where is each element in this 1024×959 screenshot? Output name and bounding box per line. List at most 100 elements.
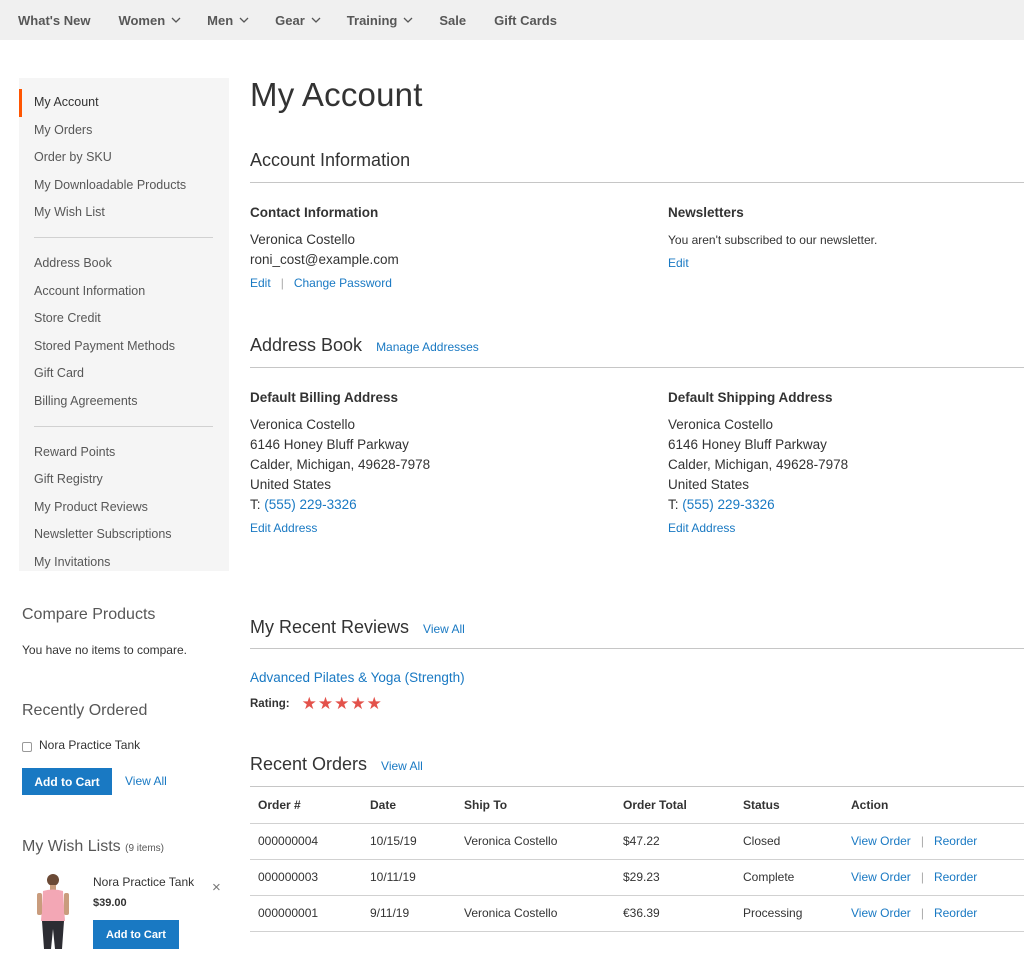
recently-ordered-view-all-link[interactable]: View All [125, 774, 167, 788]
order-total: €36.39 [615, 895, 735, 932]
table-row: 000000004 10/15/19 Veronica Costello $47… [250, 823, 1024, 860]
recently-ordered-add-to-cart-button[interactable]: Add to Cart [22, 768, 112, 795]
sidebar-item-account-information[interactable]: Account Information [19, 278, 229, 306]
nav-item-gift-cards[interactable]: Gift Cards [494, 13, 557, 28]
account-information-title: Account Information [250, 150, 411, 170]
table-row: 000000001 9/11/19 Veronica Costello €36.… [250, 895, 1024, 932]
contact-edit-link[interactable]: Edit [250, 276, 271, 290]
order-actions: View Order | Reorder [843, 895, 1024, 932]
order-actions: View Order | Reorder [843, 823, 1024, 860]
order-actions: View Order | Reorder [843, 859, 1024, 896]
sidebar-item-order-by-sku[interactable]: Order by SKU [19, 144, 229, 172]
view-order-link[interactable]: View Order [851, 906, 911, 920]
contact-name: Veronica Costello [250, 232, 356, 247]
orders-view-all-link[interactable]: View All [381, 759, 423, 773]
page-title: My Account [250, 76, 423, 113]
shipping-edit-address-link[interactable]: Edit Address [668, 521, 735, 535]
wish-item-thumbnail[interactable] [28, 871, 78, 951]
billing-phone-link[interactable]: (555) 229-3326 [264, 497, 356, 512]
shipping-phone-link[interactable]: (555) 229-3326 [682, 497, 774, 512]
contact-actions: Edit | Change Password [250, 276, 392, 290]
nav-item-training[interactable]: Training [347, 13, 413, 28]
nav-label: Women [118, 12, 166, 28]
sidebar-item-newsletter-subscriptions[interactable]: Newsletter Subscriptions [19, 521, 229, 549]
manage-addresses-link[interactable]: Manage Addresses [376, 340, 479, 354]
sidebar-item-address-book[interactable]: Address Book [19, 250, 229, 278]
order-number: 000000003 [250, 859, 362, 896]
section-divider [250, 182, 1024, 183]
sidebar-item-billing-agreements[interactable]: Billing Agreements [19, 388, 229, 416]
shipping-name: Veronica Costello [668, 417, 774, 432]
billing-city: Calder, Michigan, 49628-7978 [250, 457, 431, 472]
view-order-link[interactable]: View Order [851, 834, 911, 848]
wish-item-name[interactable]: Nora Practice Tank [93, 875, 194, 889]
chevron-down-icon [171, 16, 181, 24]
address-book-title: Address Book [250, 335, 363, 355]
chevron-down-icon [239, 16, 249, 24]
account-sidebar: My Account My Orders Order by SKU My Dow… [19, 78, 229, 571]
sidebar-item-gift-registry[interactable]: Gift Registry [19, 466, 229, 494]
billing-name: Veronica Costello [250, 417, 356, 432]
nav-label: Sale [439, 12, 467, 28]
recent-reviews-title: My Recent Reviews [250, 617, 410, 637]
column-header: Order Total [615, 787, 735, 824]
order-status: Complete [735, 859, 843, 896]
order-status: Closed [735, 823, 843, 860]
address-book-header: Address Book Manage Addresses [250, 335, 479, 356]
order-ship-to [456, 859, 615, 896]
sidebar-item-my-account[interactable]: My Account [19, 89, 229, 117]
shipping-country: United States [668, 477, 750, 492]
separator: | [920, 906, 924, 920]
contact-email: roni_cost@example.com [250, 252, 399, 267]
wish-item-add-to-cart-button[interactable]: Add to Cart [93, 920, 179, 949]
sidebar-item-invitations[interactable]: My Invitations [19, 549, 229, 577]
sidebar-item-wish-list[interactable]: My Wish List [19, 199, 229, 227]
sidebar-item-product-reviews[interactable]: My Product Reviews [19, 494, 229, 522]
sidebar-item-reward-points[interactable]: Reward Points [19, 439, 229, 467]
billing-country: United States [250, 477, 332, 492]
column-header: Date [362, 787, 456, 824]
recent-orders-title: Recent Orders [250, 754, 368, 774]
column-header: Status [735, 787, 843, 824]
newsletters-title: Newsletters [668, 205, 744, 220]
shipping-phone-line: T: (555) 229-3326 [668, 495, 848, 515]
sidebar-divider [34, 425, 213, 427]
nav-item-gear[interactable]: Gear [275, 13, 321, 28]
sidebar-item-stored-payment-methods[interactable]: Stored Payment Methods [19, 333, 229, 361]
contact-information-title: Contact Information [250, 205, 379, 220]
default-billing-title: Default Billing Address [250, 390, 399, 405]
order-status: Processing [735, 895, 843, 932]
reviews-view-all-link[interactable]: View All [423, 622, 465, 636]
view-order-link[interactable]: View Order [851, 870, 911, 884]
close-icon[interactable]: × [212, 880, 221, 895]
nav-item-whats-new[interactable]: What's New [18, 13, 90, 28]
compare-products-title: Compare Products [22, 606, 156, 623]
shipping-street: 6146 Honey Bluff Parkway [668, 437, 827, 452]
order-date: 10/15/19 [362, 823, 456, 860]
compare-empty-text: You have no items to compare. [22, 643, 187, 657]
recently-ordered-checkbox[interactable] [22, 741, 32, 752]
reorder-link[interactable]: Reorder [934, 906, 977, 920]
top-navigation: What's New Women Men Gear Training Sale … [0, 0, 1024, 40]
sidebar-item-store-credit[interactable]: Store Credit [19, 305, 229, 333]
shipping-address: Veronica Costello 6146 Honey Bluff Parkw… [668, 415, 848, 515]
nav-item-men[interactable]: Men [207, 13, 249, 28]
sidebar-item-downloadable-products[interactable]: My Downloadable Products [19, 172, 229, 200]
sidebar-item-gift-card[interactable]: Gift Card [19, 360, 229, 388]
rating-label: Rating: [250, 698, 290, 710]
order-date: 10/11/19 [362, 859, 456, 896]
wish-lists-title: My Wish Lists (9 items) [22, 838, 164, 856]
wish-lists-count: (9 items) [125, 843, 165, 854]
reorder-link[interactable]: Reorder [934, 834, 977, 848]
review-product-link[interactable]: Advanced Pilates & Yoga (Strength) [250, 670, 465, 685]
nav-item-sale[interactable]: Sale [439, 13, 466, 28]
sidebar-item-my-orders[interactable]: My Orders [19, 117, 229, 145]
nav-item-women[interactable]: Women [118, 12, 181, 28]
newsletters-edit-link[interactable]: Edit [668, 256, 689, 270]
order-number: 000000004 [250, 823, 362, 860]
change-password-link[interactable]: Change Password [294, 276, 392, 290]
sidebar-divider [34, 236, 213, 238]
section-divider [250, 648, 1024, 649]
billing-edit-address-link[interactable]: Edit Address [250, 521, 317, 535]
reorder-link[interactable]: Reorder [934, 870, 977, 884]
